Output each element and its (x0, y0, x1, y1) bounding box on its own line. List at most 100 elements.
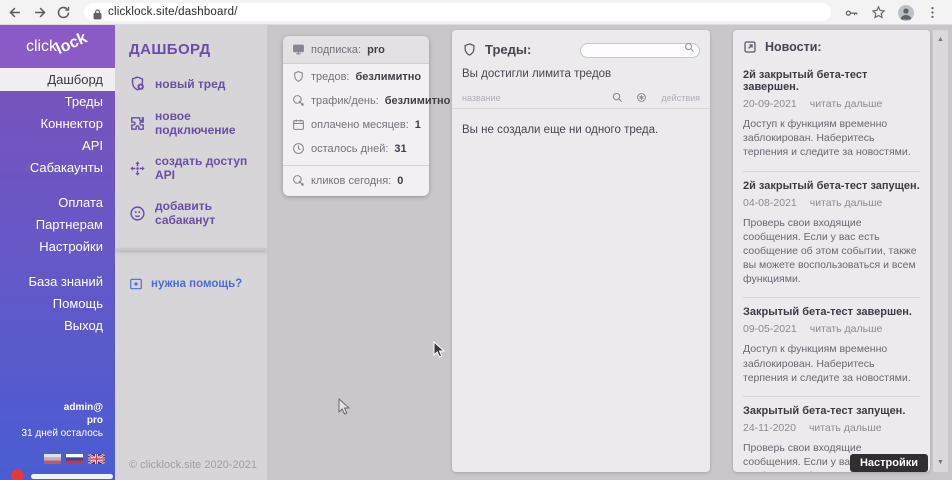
divider (115, 248, 267, 250)
threads-panel: Треды: Вы достигли лимита тредов названи… (452, 30, 710, 472)
sidebar-item-api[interactable]: API (0, 135, 115, 157)
scroll-down-icon[interactable]: ▼ (933, 459, 948, 466)
need-help-link[interactable]: нужна помощь? (129, 277, 267, 291)
read-more-link[interactable]: читать дальше (810, 197, 883, 209)
scroll-up-icon[interactable]: ▲ (933, 36, 948, 43)
sidebar-item-connector[interactable]: Коннектор (0, 113, 115, 135)
news-item: 2й закрытый бета-тест завершен. 20-09-20… (743, 61, 920, 172)
url-text[interactable]: clicklock.site/dashboard/ (108, 6, 238, 18)
logo[interactable]: clicklock (0, 25, 115, 68)
create-api-access-link[interactable]: создать доступ API (129, 154, 267, 182)
stat-row-days-left: осталось дней: 31 (283, 136, 429, 160)
clock-icon (292, 142, 305, 155)
gear-column-icon (636, 92, 647, 103)
lock-icon (93, 7, 102, 18)
shield-plus-icon (129, 75, 146, 92)
sidebar-menu: Дашборд Треды Коннектор API Сабакаунты О… (0, 68, 115, 337)
forward-icon[interactable] (32, 5, 47, 20)
news-item-date: 24-11-2020 (743, 422, 796, 434)
shield-icon (292, 70, 305, 83)
sidebar-item-dashboard[interactable]: Дашборд (0, 68, 115, 91)
column-name-label: название (462, 93, 501, 103)
new-connection-label: новое подключение (155, 109, 267, 137)
logo-text-lock: lock (54, 29, 91, 58)
threads-title: Треды: (485, 42, 531, 57)
stat-row-months-paid: оплачено месяцев: 1 (283, 112, 429, 136)
browser-menu-icon[interactable] (925, 5, 940, 20)
external-link-icon (743, 40, 757, 54)
add-subaccount-link[interactable]: добавить сабаканут (129, 199, 267, 227)
news-list: 2й закрытый бета-тест завершен. 20-09-20… (733, 61, 930, 472)
news-item: 2й закрытый бета-тест запущен. 04-08-202… (743, 172, 920, 299)
dashboard-panel: ДАШБОРД новый тред новое подключение соз… (115, 25, 267, 480)
sidebar-item-settings[interactable]: Настройки (0, 236, 115, 258)
face-icon (129, 205, 146, 222)
sidebar-item-logout[interactable]: Выход (0, 315, 115, 337)
account-plan: pro (22, 414, 104, 427)
empty-threads-message: Вы не создали еще ни одного треда. (452, 109, 710, 151)
news-header: Новости: (733, 30, 930, 61)
flag-uk-icon[interactable] (88, 454, 105, 464)
account-days-left: 31 дней осталось (22, 427, 104, 440)
new-connection-link[interactable]: новое подключение (129, 109, 267, 137)
app-window: clicklock.site/dashboard/ clicklock Дашб… (0, 0, 952, 480)
thread-search (580, 40, 700, 58)
click-icon (292, 174, 305, 187)
sidebar-item-help[interactable]: Помощь (0, 293, 115, 315)
language-switcher (44, 454, 105, 464)
news-item-body: Проверь свои входящие сообщения. Если у … (743, 216, 920, 287)
stat-row-clicks-today: кликов сегодня: 0 (283, 165, 429, 196)
news-item-body: Доступ к функциям временно заблокирован.… (743, 117, 920, 160)
sidebar-item-knowledge-base[interactable]: База знаний (0, 271, 115, 293)
sidebar-item-threads[interactable]: Треды (0, 91, 115, 113)
news-item-body: Доступ к функциям временно заблокирован.… (743, 342, 920, 385)
flag-ru-muted-icon[interactable] (44, 454, 61, 464)
copyright: © clicklock.site 2020-2021 (129, 459, 257, 471)
news-item-title: Закрытый бета-тест завершен. (743, 306, 920, 318)
search-icon[interactable] (684, 42, 695, 53)
new-thread-label: новый тред (155, 77, 225, 91)
key-icon[interactable] (844, 5, 859, 20)
player-progress-bar (31, 474, 113, 479)
news-panel: Новости: 2й закрытый бета-тест завершен.… (733, 30, 930, 472)
news-item-title: 2й закрытый бета-тест завершен. (743, 69, 920, 93)
account-email: admin@ (22, 401, 104, 414)
reload-icon[interactable] (56, 5, 71, 20)
column-actions-label: действия (661, 93, 700, 103)
read-more-link[interactable]: читать дальше (810, 98, 883, 110)
account-info: admin@ pro 31 дней осталось (22, 401, 104, 440)
puzzle-icon (129, 115, 146, 132)
search-input[interactable] (580, 43, 700, 58)
news-item-date: 04-08-2021 (743, 197, 797, 209)
need-help-label: нужна помощь? (151, 278, 242, 290)
news-item-title: 2й закрытый бета-тест запущен. (743, 180, 920, 192)
threads-header: Треды: (452, 30, 710, 64)
sidebar-item-partners[interactable]: Партнерам (0, 214, 115, 236)
sidebar: clicklock Дашборд Треды Коннектор API Са… (0, 25, 115, 480)
sidebar-item-subaccounts[interactable]: Сабакаунты (0, 157, 115, 179)
sidebar-item-payment[interactable]: Оплата (0, 192, 115, 214)
recording-indicator (11, 469, 24, 480)
news-item-title: Закрытый бета-тест запущен. (743, 405, 920, 417)
calendar-icon (292, 118, 305, 131)
subscription-label: подписка: (311, 44, 361, 56)
help-plus-icon (129, 277, 143, 291)
address-bar[interactable]: clicklock.site/dashboard/ (84, 3, 831, 21)
bookmark-star-icon[interactable] (871, 5, 886, 20)
settings-button[interactable]: Настройки (850, 454, 928, 472)
back-icon[interactable] (8, 5, 23, 20)
shield-icon (462, 42, 477, 57)
clicks-column-icon (612, 92, 623, 103)
vertical-scrollbar[interactable]: ▲ ▼ (933, 30, 948, 472)
logo-text-click: click (26, 38, 57, 56)
read-more-link[interactable]: читать дальше (810, 323, 883, 335)
subscription-card: подписка: pro тредов: безлимитно трафик/… (283, 36, 429, 196)
limit-message: Вы достигли лимита тредов (452, 64, 710, 89)
news-item-date: 09-05-2021 (743, 323, 797, 335)
flag-ru-icon[interactable] (66, 454, 83, 464)
read-more-link[interactable]: читать дальше (809, 422, 882, 434)
new-thread-link[interactable]: новый тред (129, 75, 267, 92)
profile-avatar-icon[interactable] (898, 5, 913, 20)
create-api-access-label: создать доступ API (155, 154, 267, 182)
news-title: Новости: (765, 40, 822, 54)
